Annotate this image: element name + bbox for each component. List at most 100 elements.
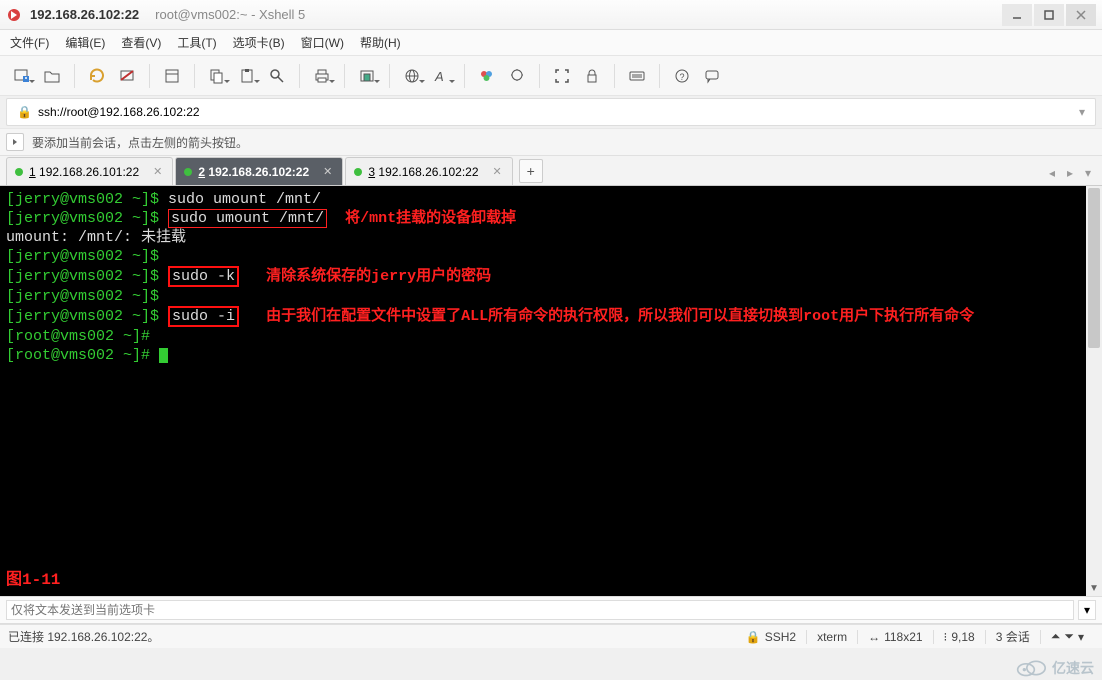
- tab-close-button[interactable]: ✕: [493, 165, 502, 178]
- menu-tools[interactable]: 工具(T): [177, 34, 216, 51]
- terminal-pane[interactable]: [jerry@vms002 ~]$ sudo umount /mnt/[jerr…: [0, 186, 1102, 596]
- status-bar: 已连接 192.168.26.102:22。 🔒SSH2 xterm ↔118x…: [0, 624, 1102, 648]
- keyboard-button[interactable]: [623, 62, 651, 90]
- svg-text:A: A: [434, 69, 444, 84]
- window-title-secondary: root@vms002:~ - Xshell 5: [155, 7, 305, 22]
- toolbar-separator: [659, 64, 660, 88]
- help-button[interactable]: ?: [668, 62, 696, 90]
- fullscreen-button[interactable]: [548, 62, 576, 90]
- file-transfer-button[interactable]: [353, 62, 381, 90]
- tab-list-button[interactable]: ▾: [1080, 165, 1096, 181]
- add-session-arrow-button[interactable]: [6, 133, 24, 151]
- tab-scroll-right-button[interactable]: ▸: [1062, 165, 1078, 181]
- lock-icon: 🔒: [17, 105, 32, 119]
- traffic-icon: ⏶: [1051, 629, 1061, 644]
- terminal-line: [jerry@vms002 ~]$: [6, 247, 1096, 266]
- color-scheme-button[interactable]: [473, 62, 501, 90]
- scrollbar-thumb[interactable]: [1088, 188, 1100, 348]
- send-bar: ▾: [0, 596, 1102, 624]
- terminal-line: [jerry@vms002 ~]$ sudo umount /mnt/: [6, 190, 1096, 209]
- tab-label: 2 192.168.26.102:22: [198, 165, 309, 179]
- toolbar-separator: [539, 64, 540, 88]
- paste-button[interactable]: [233, 62, 261, 90]
- menu-tabs[interactable]: 选项卡(B): [233, 34, 285, 51]
- highlight-button[interactable]: [503, 62, 531, 90]
- maximize-button[interactable]: [1034, 4, 1064, 26]
- tab-close-button[interactable]: ✕: [153, 165, 162, 178]
- language-button[interactable]: [398, 62, 426, 90]
- terminal-line: [root@vms002 ~]#: [6, 327, 1096, 346]
- send-input[interactable]: [6, 600, 1074, 620]
- watermark: 亿速云: [1014, 658, 1094, 678]
- menu-view[interactable]: 查看(V): [121, 34, 161, 51]
- tab-label: 3 192.168.26.102:22: [368, 165, 478, 179]
- terminal-line: [root@vms002 ~]#: [6, 346, 1096, 365]
- menu-bar: 文件(F) 编辑(E) 查看(V) 工具(T) 选项卡(B) 窗口(W) 帮助(…: [0, 30, 1102, 56]
- tab-scroll-left-button[interactable]: ◂: [1044, 165, 1060, 181]
- close-button[interactable]: [1066, 4, 1096, 26]
- tab-strip: 1 192.168.26.101:22 ✕ 2 192.168.26.102:2…: [0, 156, 1102, 186]
- toolbar-separator: [464, 64, 465, 88]
- disconnect-button[interactable]: [113, 62, 141, 90]
- status-sessions: 3 会话: [986, 628, 1040, 645]
- svg-text:?: ?: [680, 72, 685, 82]
- session-tab-2[interactable]: 2 192.168.26.102:22 ✕: [175, 157, 343, 185]
- session-tab-3[interactable]: 3 192.168.26.102:22 ✕: [345, 157, 512, 185]
- address-bar[interactable]: 🔒 ssh://root@192.168.26.102:22 ▾: [6, 98, 1096, 126]
- cursor-pos-icon: ⁝: [944, 630, 948, 644]
- app-icon: [6, 7, 22, 23]
- copy-button[interactable]: [203, 62, 231, 90]
- terminal-scrollbar[interactable]: ▴ ▾: [1086, 186, 1102, 596]
- toolbar: A ?: [0, 56, 1102, 96]
- add-tab-button[interactable]: +: [519, 159, 543, 183]
- font-button[interactable]: A: [428, 62, 456, 90]
- hint-bar: 要添加当前会话，点击左侧的箭头按钮。: [0, 128, 1102, 156]
- status-terminal-type: xterm: [807, 630, 857, 644]
- status-connection: 已连接 192.168.26.102:22。: [8, 628, 159, 645]
- find-button[interactable]: [263, 62, 291, 90]
- status-dot-icon: [354, 168, 362, 176]
- traffic-icon: ⏷: [1064, 629, 1074, 644]
- menu-file[interactable]: 文件(F): [10, 34, 49, 51]
- window-title-primary: 192.168.26.102:22: [30, 7, 139, 22]
- watermark-text: 亿速云: [1052, 658, 1094, 678]
- title-bar: 192.168.26.102:22 root@vms002:~ - Xshell…: [0, 0, 1102, 30]
- scroll-down-button[interactable]: ▾: [1086, 580, 1102, 596]
- toolbar-separator: [149, 64, 150, 88]
- tab-close-button[interactable]: ✕: [323, 165, 332, 178]
- properties-button[interactable]: [158, 62, 186, 90]
- toolbar-separator: [194, 64, 195, 88]
- session-tab-1[interactable]: 1 192.168.26.101:22 ✕: [6, 157, 173, 185]
- status-dot-icon: [184, 168, 192, 176]
- terminal-line: [jerry@vms002 ~]$: [6, 287, 1096, 306]
- terminal-line: [jerry@vms002 ~]$ sudo umount /mnt/ 将/mn…: [6, 209, 1096, 228]
- chat-button[interactable]: [698, 62, 726, 90]
- hint-text: 要添加当前会话，点击左侧的箭头按钮。: [32, 134, 248, 151]
- reconnect-button[interactable]: [83, 62, 111, 90]
- terminal-line: [jerry@vms002 ~]$ sudo -k 清除系统保存的jerry用户…: [6, 266, 1096, 287]
- address-dropdown-icon[interactable]: ▾: [1079, 105, 1085, 119]
- menu-window[interactable]: 窗口(W): [301, 34, 344, 51]
- status-protocol: 🔒SSH2: [736, 630, 806, 644]
- toolbar-separator: [614, 64, 615, 88]
- open-session-button[interactable]: [38, 62, 66, 90]
- send-target-dropdown[interactable]: ▾: [1078, 600, 1096, 620]
- lock-button[interactable]: [578, 62, 606, 90]
- toolbar-separator: [389, 64, 390, 88]
- status-dot-icon: [15, 168, 23, 176]
- minimize-button[interactable]: [1002, 4, 1032, 26]
- new-session-button[interactable]: [8, 62, 36, 90]
- print-button[interactable]: [308, 62, 336, 90]
- lock-icon: 🔒: [746, 630, 761, 644]
- menu-edit[interactable]: 编辑(E): [65, 34, 105, 51]
- menu-help[interactable]: 帮助(H): [360, 34, 401, 51]
- toolbar-separator: [299, 64, 300, 88]
- terminal-line: umount: /mnt/: 未挂载: [6, 228, 1096, 247]
- tab-label: 1 192.168.26.101:22: [29, 165, 139, 179]
- toolbar-separator: [74, 64, 75, 88]
- status-traffic[interactable]: ⏶⏷▾: [1041, 629, 1094, 644]
- resize-icon: ↔: [868, 630, 880, 644]
- address-url: ssh://root@192.168.26.102:22: [38, 105, 200, 119]
- terminal-line: [jerry@vms002 ~]$ sudo -i 由于我们在配置文件中设置了A…: [6, 306, 1096, 327]
- status-cursor: ⁝9,18: [934, 630, 985, 644]
